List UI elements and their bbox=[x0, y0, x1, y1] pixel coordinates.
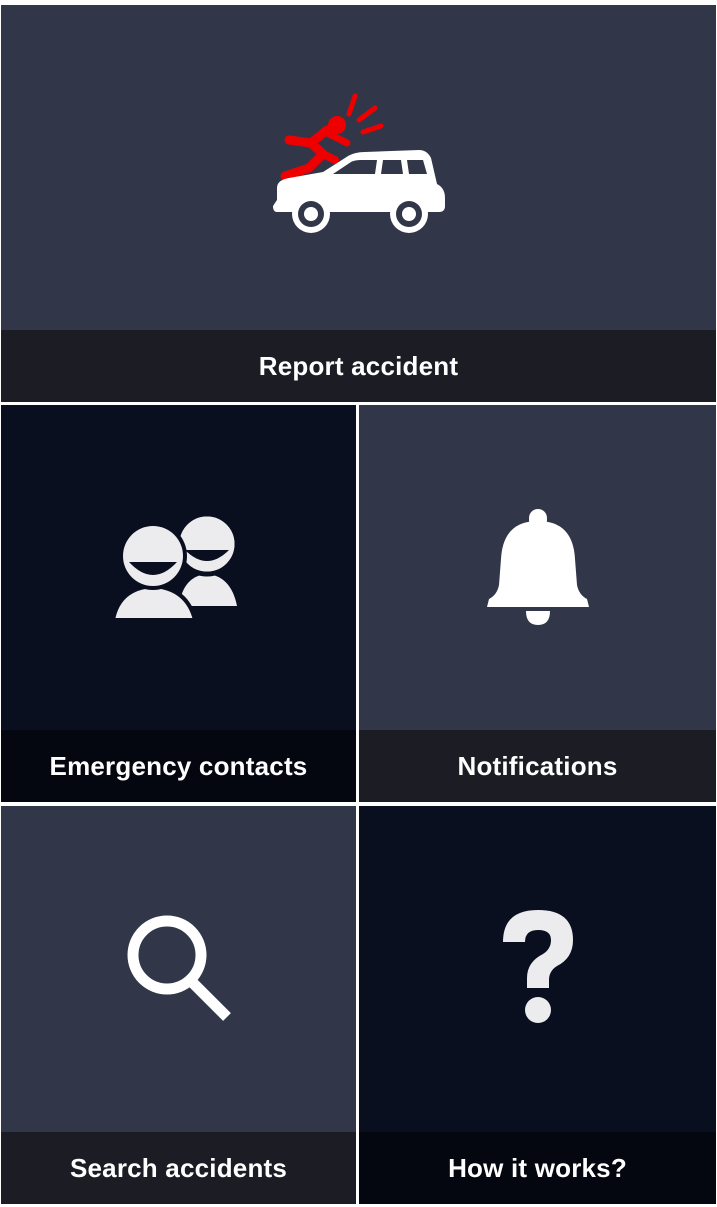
notifications-label: Notifications bbox=[359, 730, 716, 802]
report-accident-tile[interactable]: Report accident bbox=[1, 5, 716, 402]
search-accidents-art bbox=[1, 806, 356, 1132]
search-accidents-label: Search accidents bbox=[1, 1132, 356, 1204]
emergency-contacts-label: Emergency contacts bbox=[1, 730, 356, 802]
how-it-works-label: How it works? bbox=[359, 1132, 716, 1204]
search-icon bbox=[127, 915, 231, 1021]
question-icon bbox=[502, 910, 573, 1023]
bell-icon bbox=[486, 508, 589, 625]
emergency-contacts-tile[interactable]: Emergency contacts bbox=[1, 405, 356, 802]
car-accident-icon bbox=[272, 93, 445, 233]
how-it-works-tile[interactable]: How it works? bbox=[359, 806, 716, 1204]
report-accident-art bbox=[1, 5, 716, 330]
search-accidents-tile[interactable]: Search accidents bbox=[1, 806, 356, 1204]
notifications-tile[interactable]: Notifications bbox=[359, 405, 716, 802]
emergency-contacts-art bbox=[1, 405, 356, 730]
how-it-works-art bbox=[359, 806, 716, 1132]
notifications-art bbox=[359, 405, 716, 730]
report-accident-label: Report accident bbox=[1, 330, 716, 402]
contacts-icon bbox=[110, 511, 239, 622]
